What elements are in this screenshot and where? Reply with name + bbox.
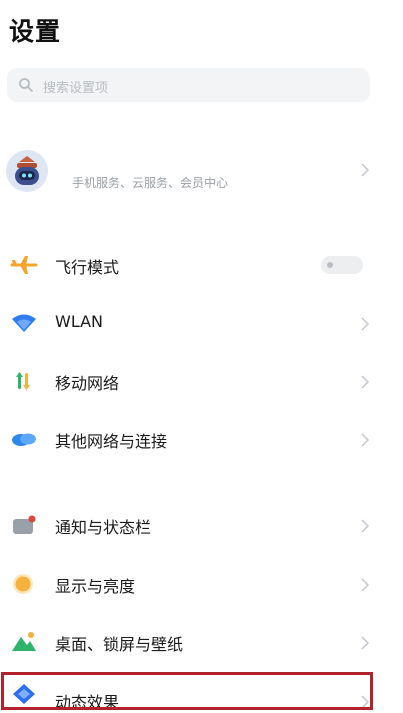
highlight-box: [1, 672, 373, 710]
robot-avatar-icon: [6, 150, 48, 192]
settings-item-label: 显示与亮度: [55, 577, 136, 596]
wallpaper-icon: [10, 629, 38, 655]
account-row[interactable]: 手机服务、云服务、会员中心: [0, 140, 403, 212]
airplane-icon: [10, 252, 38, 278]
settings-item-wlan[interactable]: WLAN: [0, 294, 403, 352]
search-icon: [18, 77, 34, 97]
brightness-icon: [10, 571, 38, 597]
settings-item-display-brightness[interactable]: 显示与亮度: [0, 555, 403, 613]
airplane-mode-toggle[interactable]: [321, 256, 363, 274]
chevron-right-icon: [361, 432, 370, 451]
settings-item-airplane-mode[interactable]: 飞行模式: [0, 236, 403, 294]
settings-item-other-networks[interactable]: 其他网络与连接: [0, 410, 403, 468]
notification-icon: [10, 512, 38, 538]
chevron-right-icon: [361, 316, 370, 335]
settings-item-label: 通知与状态栏: [55, 518, 152, 537]
cloud-connect-icon: [10, 426, 38, 452]
account-services: 手机服务、云服务、会员中心: [72, 176, 229, 190]
settings-item-mobile-network[interactable]: 移动网络: [0, 352, 403, 410]
wifi-icon: [10, 310, 38, 336]
chevron-right-icon: [361, 162, 370, 181]
search-bar[interactable]: 搜索设置项: [7, 68, 370, 102]
settings-item-label: 其他网络与连接: [55, 432, 168, 451]
mobile-data-icon: [10, 368, 38, 394]
chevron-right-icon: [361, 635, 370, 654]
settings-item-notifications[interactable]: 通知与状态栏: [0, 496, 403, 554]
settings-item-label: 桌面、锁屏与壁纸: [55, 635, 184, 654]
settings-item-label: 移动网络: [55, 374, 120, 393]
settings-item-label: 飞行模式: [55, 258, 120, 277]
chevron-right-icon: [361, 374, 370, 393]
chevron-right-icon: [361, 518, 370, 537]
toggle-knob: [327, 262, 333, 268]
settings-item-wallpaper[interactable]: 桌面、锁屏与壁纸: [0, 613, 403, 671]
settings-item-label: WLAN: [55, 312, 104, 331]
page-title: 设置: [9, 17, 62, 46]
search-placeholder: 搜索设置项: [43, 81, 109, 96]
chevron-right-icon: [361, 577, 370, 596]
